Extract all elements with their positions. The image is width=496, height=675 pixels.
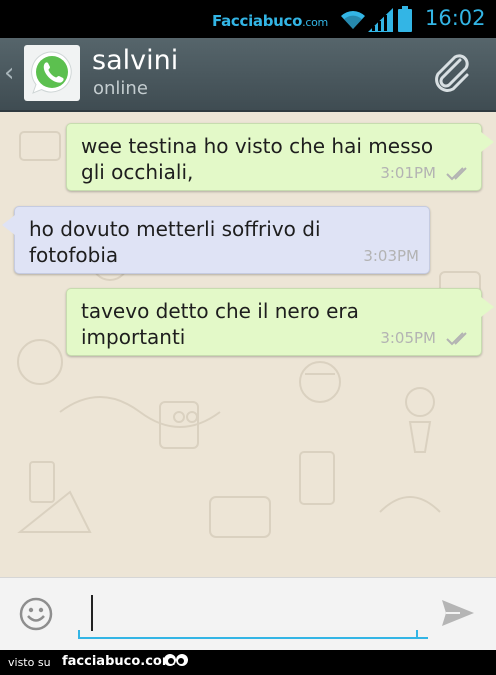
bubble-tail <box>481 297 494 317</box>
double-check-icon <box>446 332 467 346</box>
status-bar: Facciabuco.com 16:02 <box>0 0 496 38</box>
message-text: ho dovuto metterli soffrivo di fotofobia <box>29 217 321 267</box>
footer-prefix: visto su <box>8 656 51 669</box>
footer-brand[interactable]: facciabuco.com <box>62 654 175 669</box>
composer-bar <box>0 577 496 651</box>
paperclip-icon[interactable] <box>430 52 474 96</box>
message-bubble-incoming[interactable]: ho dovuto metterli soffrivo di fotofobia… <box>2 206 430 274</box>
avatar[interactable] <box>24 45 80 101</box>
bubble-tail <box>2 215 15 235</box>
chevron-left-icon[interactable]: ‹ <box>4 58 14 88</box>
status-time: 16:02 <box>425 6 486 30</box>
double-check-icon <box>446 167 467 181</box>
status-brand-name: Facciabuco <box>212 12 303 30</box>
smiley-icon[interactable] <box>18 596 54 632</box>
wifi-icon <box>341 11 365 29</box>
watermark-footer: visto su facciabuco.com <box>0 650 496 675</box>
message-text: tavevo detto che il nero era importanti <box>81 299 359 349</box>
message-bubble-outgoing[interactable]: tavevo detto che il nero era importanti … <box>66 288 494 356</box>
send-icon[interactable] <box>440 598 476 628</box>
signal-icon <box>368 8 393 32</box>
battery-icon <box>398 6 412 32</box>
eyes-logo-icon <box>164 654 188 666</box>
message-input[interactable] <box>78 591 428 639</box>
message-bubble-outgoing[interactable]: wee testina ho visto che hai messo gli o… <box>66 123 494 191</box>
message-time: 3:05PM <box>380 329 436 347</box>
status-brand: Facciabuco.com <box>212 12 328 30</box>
message-time: 3:03PM <box>363 247 419 265</box>
message-time: 3:01PM <box>380 164 436 182</box>
chat-area[interactable]: wee testina ho visto che hai messo gli o… <box>0 112 496 577</box>
contact-status: online <box>93 78 148 99</box>
bubble-tail <box>481 132 494 152</box>
whatsapp-logo-icon <box>31 51 72 94</box>
text-cursor <box>91 595 93 631</box>
contact-name[interactable]: salvini <box>92 45 178 76</box>
input-underline-edge <box>78 630 80 639</box>
chat-header: ‹ salvini online <box>0 38 496 112</box>
status-brand-domain: .com <box>302 16 328 29</box>
input-underline-edge <box>416 630 418 639</box>
